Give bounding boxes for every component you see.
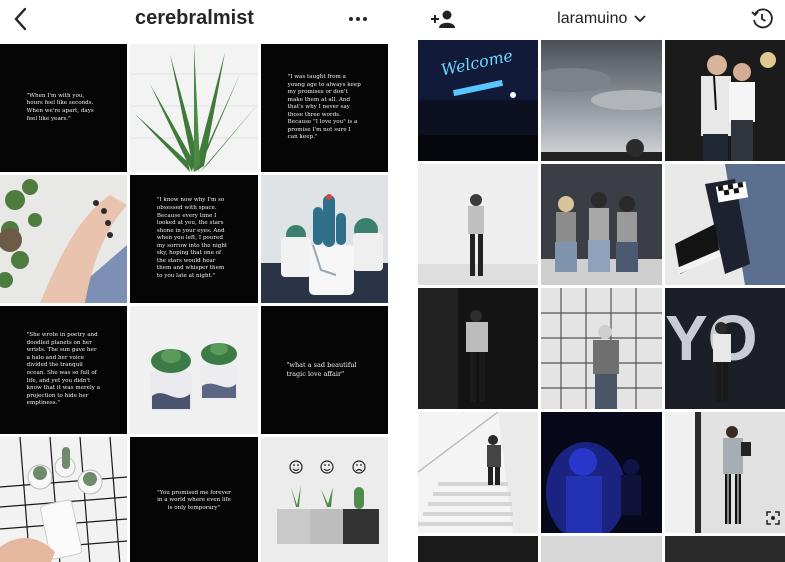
hand-plant-photo-post[interactable] [0, 175, 127, 303]
quote-post[interactable]: "When I'm with you, hours feel like seco… [0, 44, 127, 172]
quote-text: "I was taught from a young age to always… [287, 74, 361, 141]
girl-white-wall-image [418, 164, 538, 285]
partial-photo-post[interactable] [665, 536, 785, 562]
grid-wall-photo-post[interactable] [541, 288, 662, 409]
quote-text: "You promised me forever in a world wher… [157, 489, 231, 511]
partial-photo-post[interactable] [541, 536, 662, 562]
girl-grid-wall-image [541, 288, 662, 409]
smiley-pots-photo-post[interactable] [261, 437, 388, 562]
mirror-selfie-image [665, 412, 785, 533]
quote-post[interactable]: "You promised me forever in a world wher… [130, 437, 258, 562]
profile-cerebralmist: cerebralmist "When I'm with you, hours f… [0, 0, 389, 562]
smiley-pots-image [261, 437, 388, 562]
couple-image [665, 40, 785, 161]
profile-header: laramuino [418, 0, 785, 40]
checkered-shoes-image [665, 164, 785, 285]
cloudy-sky-photo-post[interactable] [541, 40, 662, 161]
cactus-photo-post[interactable] [261, 175, 388, 303]
sky-image [541, 40, 662, 161]
vans-shoes-photo-post[interactable] [665, 164, 785, 285]
post-grid: "When I'm with you, hours feel like seco… [0, 44, 389, 562]
blue-night-image [541, 412, 662, 533]
quote-post[interactable]: "I was taught from a young age to always… [261, 44, 388, 172]
more-horizontal-icon[interactable] [343, 4, 373, 34]
staircase-image [418, 412, 538, 533]
post-grid: Welcome YO [418, 40, 785, 562]
profile-username: laramuino [557, 10, 628, 28]
quote-post[interactable]: "She wrote in poetry and doodled planets… [0, 306, 127, 434]
hand-with-plant-image [0, 175, 127, 303]
plant-photo-post[interactable] [130, 44, 258, 172]
yo-letters-image: YO [665, 288, 785, 409]
quote-text: "I know now why I'm so obsessed with spa… [156, 197, 228, 279]
dark-hallway-photo-post[interactable] [418, 288, 538, 409]
profile-header: cerebralmist [0, 0, 389, 40]
couple-photo-post[interactable] [665, 40, 785, 161]
quote-text: "When I'm with you, hours feel like seco… [26, 92, 94, 122]
profile-laramuino: laramuino Welcome YO [418, 0, 785, 562]
cactus-pots-image [261, 175, 388, 303]
quote-post[interactable]: "what a sad beautiful tragic love affair… [261, 306, 388, 434]
history-clock-icon[interactable] [747, 4, 777, 34]
phone-cacti-photo-post[interactable] [0, 437, 127, 562]
partial-photo-post[interactable] [418, 536, 538, 562]
quote-text: "She wrote in poetry and doodled planets… [26, 332, 101, 407]
profile-username-switcher[interactable]: laramuino [418, 0, 785, 40]
three-girls-image [541, 164, 662, 285]
hand-holding-phone-image [0, 437, 127, 562]
blue-light-photo-post[interactable] [541, 412, 662, 533]
succulent-pots-image [130, 306, 258, 434]
girl-dark-room-image [418, 288, 538, 409]
white-wall-photo-post[interactable] [418, 164, 538, 285]
quote-text: "what a sad beautiful tragic love affair… [286, 361, 357, 378]
profile-username: cerebralmist [135, 7, 254, 29]
neon-sign-image: Welcome [418, 40, 538, 161]
staircase-photo-post[interactable] [418, 412, 538, 533]
wall-letters-text: YO [665, 302, 757, 374]
chevron-down-icon [634, 0, 646, 38]
mirror-selfie-photo-post[interactable] [665, 412, 785, 533]
three-girls-photo-post[interactable] [541, 164, 662, 285]
yo-wall-photo-post[interactable]: YO [665, 288, 785, 409]
neon-sign-photo-post[interactable]: Welcome [418, 40, 538, 161]
quote-post[interactable]: "I know now why I'm so obsessed with spa… [130, 175, 258, 303]
aloe-plant-image [130, 44, 258, 172]
succulent-photo-post[interactable] [130, 306, 258, 434]
